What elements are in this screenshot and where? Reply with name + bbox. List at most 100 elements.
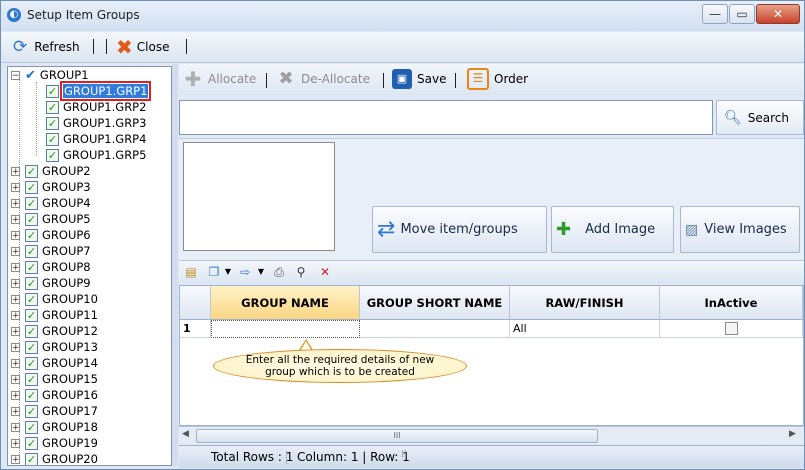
checkbox-icon[interactable]: ✓ — [25, 196, 38, 210]
expand-icon[interactable]: + — [11, 198, 20, 208]
expand-icon[interactable]: + — [11, 390, 20, 400]
print-icon[interactable]: ⎙ — [271, 264, 287, 280]
column-header-raw-finish[interactable]: RAW/FINISH — [510, 286, 660, 320]
expand-icon[interactable]: + — [11, 230, 20, 240]
expand-icon[interactable]: + — [11, 374, 20, 384]
checkbox-icon[interactable]: ✓ — [25, 404, 38, 418]
expand-icon[interactable]: + — [11, 438, 20, 448]
tree-node-group[interactable]: + ✓ GROUP6 — [11, 227, 91, 243]
expand-icon[interactable]: + — [11, 342, 20, 352]
cell-group-name[interactable] — [211, 320, 360, 338]
scroll-right-icon[interactable]: ▶ — [789, 429, 796, 439]
tree-node-child[interactable]: ✓ GROUP1.GRP3 — [46, 115, 146, 131]
checkbox-icon[interactable]: ✓ — [25, 244, 38, 258]
tree-node-group[interactable]: + ✓ GROUP7 — [11, 243, 91, 259]
expand-icon[interactable]: + — [11, 294, 20, 304]
column-header-inactive[interactable]: InActive — [660, 286, 803, 320]
allocate-button[interactable]: ✚ Allocate — [183, 69, 257, 89]
order-button[interactable]: ☰ Order — [467, 68, 528, 90]
column-header-group-name[interactable]: GROUP NAME — [211, 286, 360, 320]
expand-icon[interactable]: + — [11, 246, 20, 256]
group-tree[interactable]: − ✔ GROUP1 ✓ GROUP1.GRP1 ✓ GROUP1.GRP2 ✓… — [7, 66, 172, 466]
checkbox-icon[interactable]: ✓ — [25, 260, 38, 274]
expand-icon[interactable]: + — [11, 454, 20, 464]
collapse-icon[interactable]: − — [11, 70, 20, 80]
expand-icon[interactable]: + — [11, 182, 20, 192]
tree-node-group[interactable]: + ✓ GROUP10 — [11, 291, 98, 307]
close-window-button[interactable]: ✕ — [756, 4, 800, 24]
tree-node-group[interactable]: + ✓ GROUP5 — [11, 211, 91, 227]
scroll-thumb[interactable]: III — [196, 429, 598, 443]
expand-icon[interactable]: + — [11, 214, 20, 224]
tree-node-group[interactable]: + ✓ GROUP2 — [11, 163, 91, 179]
scroll-left-icon[interactable]: ◀ — [182, 429, 189, 439]
move-items-button[interactable]: ⇄ Move item/groups — [372, 206, 547, 253]
tree-node-group[interactable]: + ✓ GROUP15 — [11, 371, 98, 387]
checkbox-icon[interactable]: ✓ — [25, 228, 38, 242]
tree-node-group[interactable]: + ✓ GROUP12 — [11, 323, 98, 339]
tree-node-group[interactable]: + ✓ GROUP16 — [11, 387, 98, 403]
column-header-short-name[interactable]: GROUP SHORT NAME — [360, 286, 510, 320]
checkbox-icon[interactable]: ✓ — [25, 276, 38, 290]
delete-icon[interactable]: ✕ — [317, 264, 333, 280]
expand-icon[interactable]: + — [11, 358, 20, 368]
checkbox-icon[interactable]: ✓ — [46, 148, 59, 162]
dropdown-arrow-icon[interactable]: ▼ — [220, 264, 236, 280]
cell-raw-finish[interactable]: All — [510, 320, 660, 338]
checkbox-icon[interactable]: ✓ — [25, 164, 38, 178]
checkbox-icon[interactable]: ✓ — [25, 452, 38, 465]
search-input[interactable] — [179, 100, 713, 135]
checkbox-icon[interactable]: ✓ — [46, 132, 59, 146]
inactive-checkbox[interactable] — [724, 322, 738, 335]
save-button[interactable]: ▣ Save — [392, 69, 446, 89]
search-button[interactable]: 🔍︎ Search — [716, 100, 804, 135]
tree-node-group[interactable]: + ✓ GROUP17 — [11, 403, 98, 419]
tree-node-child[interactable]: ✓ GROUP1.GRP1 — [46, 81, 152, 101]
checkbox-icon[interactable]: ✓ — [25, 356, 38, 370]
checkbox-icon[interactable]: ✓ — [46, 116, 59, 130]
checkbox-icon[interactable]: ✓ — [46, 100, 59, 114]
checkbox-icon[interactable]: ✓ — [25, 180, 38, 194]
checkbox-icon[interactable]: ✓ — [25, 324, 38, 338]
expand-icon[interactable]: + — [11, 310, 20, 320]
tree-node-group[interactable]: + ✓ GROUP18 — [11, 419, 98, 435]
form-icon[interactable]: ▤ — [183, 264, 199, 280]
refresh-button[interactable]: ⟳ Refresh — [13, 37, 80, 57]
expand-icon[interactable]: + — [11, 422, 20, 432]
checkbox-icon[interactable]: ✓ — [25, 340, 38, 354]
tree-node-group[interactable]: + ✓ GROUP3 — [11, 179, 91, 195]
tree-node-group[interactable]: + ✓ GROUP9 — [11, 275, 91, 291]
add-image-button[interactable]: ✚ Add Image — [551, 206, 674, 253]
cell-short-name[interactable] — [360, 320, 510, 338]
cell-inactive[interactable] — [660, 320, 803, 338]
deallocate-button[interactable]: ✖ De-Allocate — [276, 69, 370, 89]
panel-splitter[interactable] — [172, 64, 178, 466]
close-button[interactable]: ✖ Close — [116, 35, 169, 59]
dropdown-arrow-icon[interactable]: ▼ — [253, 264, 269, 280]
view-images-button[interactable]: ▨ View Images — [680, 206, 800, 253]
minimize-button[interactable]: — — [702, 4, 728, 24]
export-icon[interactable]: ⇨ — [237, 264, 253, 280]
tree-node-child[interactable]: ✓ GROUP1.GRP4 — [46, 131, 146, 147]
expand-icon[interactable]: + — [11, 406, 20, 416]
expand-icon[interactable]: + — [11, 278, 20, 288]
expand-icon[interactable]: + — [11, 262, 20, 272]
tree-node-child[interactable]: ✓ GROUP1.GRP2 — [46, 99, 146, 115]
checkbox-icon[interactable]: ✓ — [25, 436, 38, 450]
tree-node-group[interactable]: + ✓ GROUP14 — [11, 355, 98, 371]
find-icon[interactable]: ⚲ — [293, 264, 309, 280]
expand-icon[interactable]: + — [11, 166, 20, 176]
tree-node-group[interactable]: + ✓ GROUP8 — [11, 259, 91, 275]
tree-node-group1[interactable]: − ✔ GROUP1 — [11, 67, 89, 83]
tree-node-group[interactable]: + ✓ GROUP4 — [11, 195, 91, 211]
expand-icon[interactable]: + — [11, 326, 20, 336]
checkbox-icon[interactable]: ✓ — [25, 388, 38, 402]
horizontal-scrollbar[interactable]: ◀ III ▶ — [179, 426, 804, 444]
checkbox-icon[interactable]: ✓ — [25, 420, 38, 434]
tree-node-group[interactable]: + ✓ GROUP13 — [11, 339, 98, 355]
checkbox-icon[interactable]: ✓ — [25, 292, 38, 306]
tree-node-group[interactable]: + ✓ GROUP19 — [11, 435, 98, 451]
checkbox-icon[interactable]: ✓ — [25, 212, 38, 226]
checkbox-icon[interactable]: ✓ — [25, 308, 38, 322]
tree-node-group[interactable]: + ✓ GROUP11 — [11, 307, 98, 323]
